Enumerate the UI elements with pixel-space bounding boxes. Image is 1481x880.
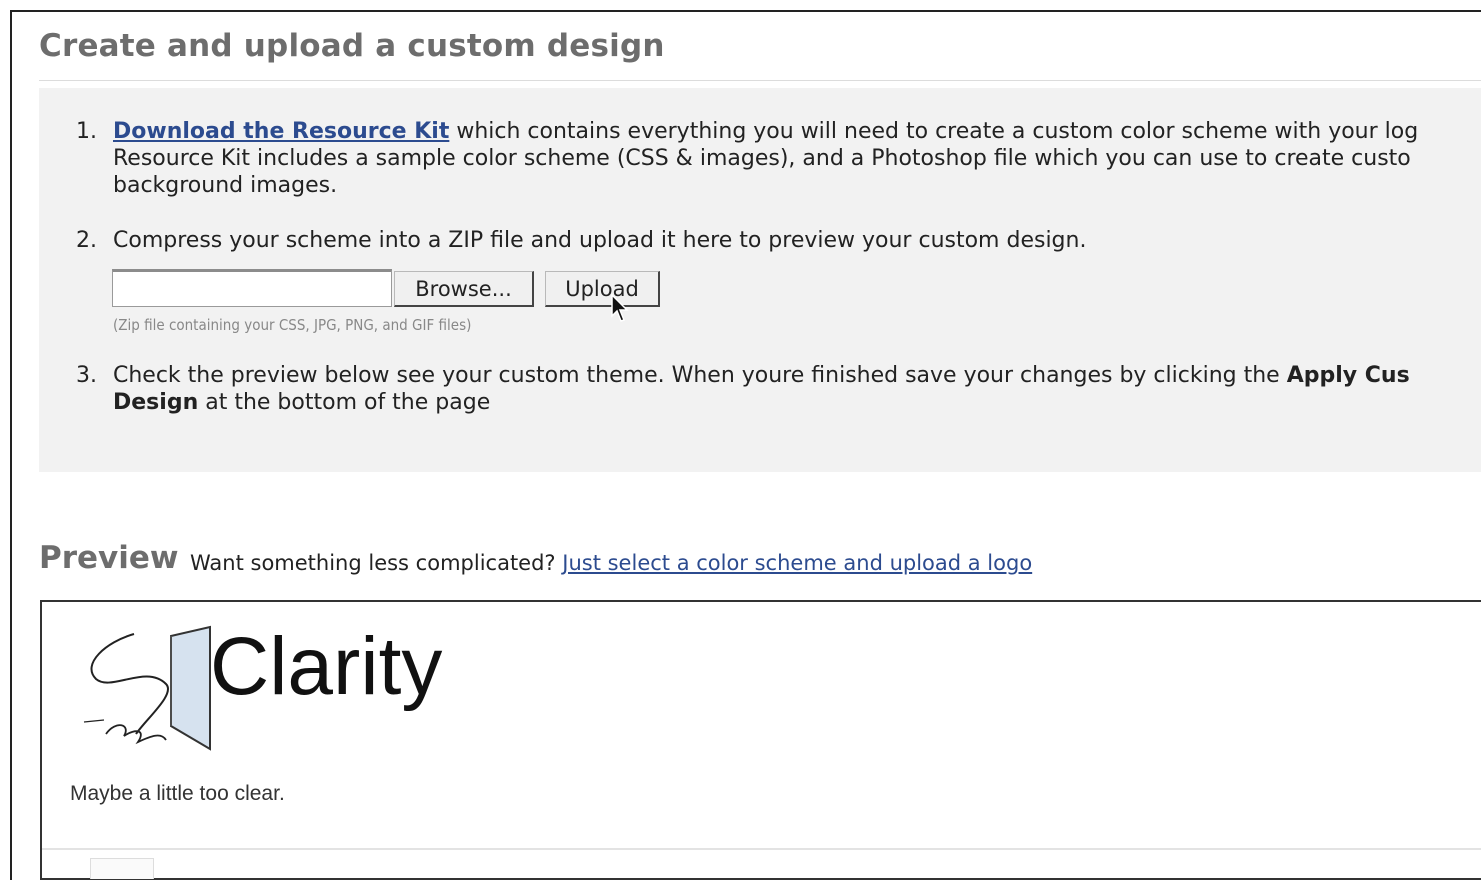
- preview-divider: [42, 848, 1481, 850]
- preview-subheading: Want something less complicated? Just se…: [190, 551, 1032, 575]
- step-1-line2: Resource Kit includes a sample color sch…: [113, 146, 1411, 171]
- upload-button[interactable]: Upload: [545, 271, 660, 307]
- step-3-number: 3.: [76, 363, 97, 388]
- mouse-pointer-icon: [611, 294, 629, 322]
- step-2-number: 2.: [76, 228, 97, 253]
- select-color-scheme-link[interactable]: Just select a color scheme and upload a …: [562, 551, 1032, 575]
- preview-prompt: Want something less complicated?: [190, 551, 556, 575]
- step-1-body: Download the Resource Kit which contains…: [113, 118, 1418, 199]
- download-resource-kit-link[interactable]: Download the Resource Kit: [113, 119, 449, 144]
- step-3-line2: at the bottom of the page: [198, 390, 491, 415]
- logo-tagline: Maybe a little too clear.: [70, 782, 285, 805]
- section-title: Create and upload a custom design: [39, 28, 665, 64]
- step-1-number: 1.: [76, 119, 97, 144]
- title-divider: [39, 80, 1481, 81]
- step-3-line1: Check the preview below see your custom …: [113, 363, 1287, 388]
- preview-heading: Preview: [39, 540, 179, 576]
- step-2-text: Compress your scheme into a ZIP file and…: [113, 228, 1087, 253]
- preview-nav-tab[interactable]: [90, 858, 154, 879]
- step-3-body: Check the preview below see your custom …: [113, 362, 1410, 416]
- clarity-logo-icon: [83, 625, 211, 751]
- steps-panel: 1. Download the Resource Kit which conta…: [39, 88, 1481, 472]
- step-1-line3: background images.: [113, 173, 338, 198]
- design-emphasis: Design: [113, 390, 199, 415]
- browse-button[interactable]: Browse...: [394, 271, 534, 307]
- logo-title: Clarity: [210, 621, 443, 712]
- file-path-field[interactable]: [112, 269, 392, 307]
- preview-box: Clarity Maybe a little too clear.: [40, 600, 1481, 880]
- apply-design-emphasis: Apply Cus: [1286, 363, 1410, 388]
- upload-hint: (Zip file containing your CSS, JPG, PNG,…: [113, 316, 472, 334]
- step-1-line1: which contains everything you will need …: [449, 119, 1419, 144]
